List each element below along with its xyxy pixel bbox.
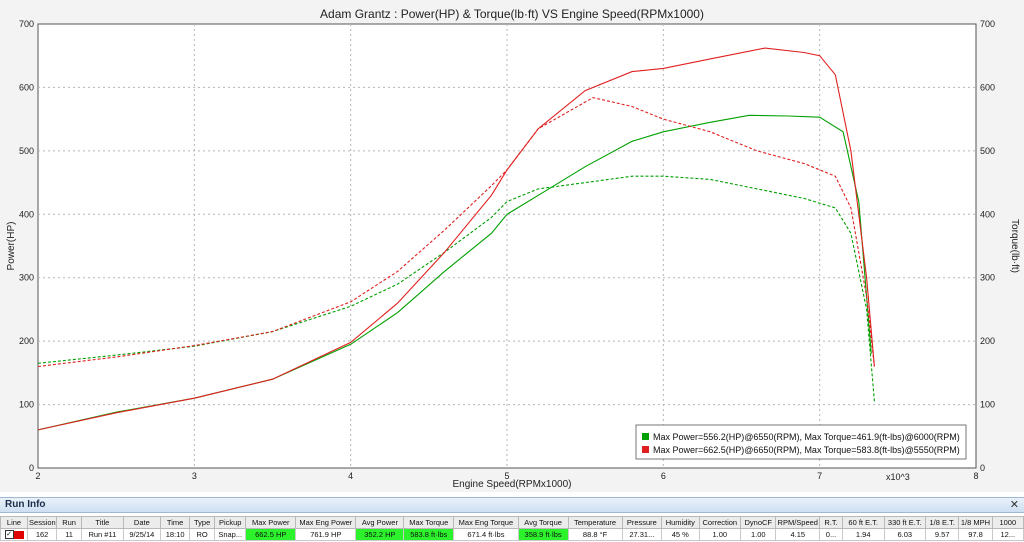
column-header[interactable]: Max Eng Power	[295, 516, 357, 529]
y-tick-label-left: 600	[19, 82, 34, 92]
dyno-chart: Adam Grantz : Power(HP) & Torque(lb·ft) …	[0, 0, 1024, 492]
column-header[interactable]: Date	[122, 516, 162, 529]
column-header[interactable]: Title	[81, 516, 124, 529]
y-tick-label-right: 300	[980, 273, 995, 283]
y-tick-label-left: 400	[19, 209, 34, 219]
column-header[interactable]: Line	[0, 516, 29, 529]
y-tick-label-left: 300	[19, 273, 34, 283]
column-header[interactable]: Max Power	[245, 516, 297, 529]
column-header[interactable]: Correction	[698, 516, 742, 529]
table-cell: 1.94	[841, 528, 885, 541]
y-tick-label-left: 100	[19, 400, 34, 410]
column-header[interactable]: Pickup	[214, 516, 247, 529]
run-info-panel-header: Run Info ✕	[0, 497, 1024, 513]
y-tick-label-left: 700	[19, 19, 34, 29]
table-cell: 18:10	[160, 528, 191, 541]
table-cell: 583.8 ft·lbs	[403, 528, 455, 541]
column-header[interactable]: Time	[160, 516, 191, 529]
x-multiplier-label: x10^3	[886, 472, 910, 482]
table-cell: 671.4 ft·lbs	[453, 528, 519, 541]
table-cell: 11	[56, 528, 83, 541]
chart-title: Adam Grantz : Power(HP) & Torque(lb·ft) …	[320, 7, 704, 21]
table-cell: 358.9 ft·lbs	[517, 528, 569, 541]
y-tick-label-left: 500	[19, 146, 34, 156]
column-header[interactable]: Temperature	[567, 516, 623, 529]
y-axis-label-left: Power(HP)	[6, 222, 17, 271]
table-cell: 12...	[991, 528, 1024, 541]
y-axis-label-right: Torque(lb·ft)	[1009, 219, 1020, 273]
column-header[interactable]: DynoCF	[740, 516, 777, 529]
table-header-row: Line Session Run Title Date Time Type Pickup Max…	[0, 516, 1024, 529]
column-header[interactable]: Run	[56, 516, 83, 529]
close-icon[interactable]: ✕	[1010, 498, 1019, 511]
column-header[interactable]: Avg Power	[355, 516, 405, 529]
legend: Max Power=556.2(HP)@6550(RPM), Max Torqu…	[635, 424, 967, 460]
column-header[interactable]: Session	[27, 516, 58, 529]
table-cell: 761.9 HP	[295, 528, 357, 541]
line-color-swatch[interactable]	[13, 530, 24, 539]
table-cell: 88.8 °F	[567, 528, 623, 541]
x-tick-label: 4	[348, 471, 353, 481]
column-header[interactable]: 1000	[991, 516, 1024, 529]
y-tick-label-left: 0	[29, 463, 34, 473]
legend-swatch-red	[642, 446, 649, 453]
column-header[interactable]: RPM/Speed	[775, 516, 821, 529]
x-tick-label: 2	[35, 471, 40, 481]
x-tick-label: 6	[661, 471, 666, 481]
column-header[interactable]: Max Torque	[403, 516, 455, 529]
column-header[interactable]: Max Eng Torque	[453, 516, 519, 529]
y-tick-label-right: 400	[980, 209, 995, 219]
y-tick-label-right: 700	[980, 19, 995, 29]
table-row[interactable]: ✓ 162 11 Run #11 9/25/14 18:10 RO Snap... 662.5 …	[0, 528, 1024, 541]
legend-label-red: Max Power=662.5(HP)@6650(RPM), Max Torqu…	[653, 445, 960, 455]
y-tick-label-right: 0	[980, 463, 985, 473]
table-cell: 662.5 HP	[245, 528, 297, 541]
column-header[interactable]: Humidity	[661, 516, 700, 529]
table-cell: 27.31...	[621, 528, 663, 541]
table-cell: 1.00	[740, 528, 777, 541]
run-info-title: Run Info	[5, 499, 46, 510]
table-cell: Run #11	[81, 528, 124, 541]
table-cell: 6.03	[883, 528, 927, 541]
x-tick-label: 8	[973, 471, 978, 481]
table-cell: 1.00	[698, 528, 742, 541]
y-tick-label-right: 200	[980, 336, 995, 346]
table-cell: 9.57	[925, 528, 960, 541]
table-cell: RO	[189, 528, 216, 541]
table-cell: Snap...	[214, 528, 247, 541]
table-cell: 352.2 HP	[355, 528, 405, 541]
table-cell: 97.8	[958, 528, 993, 541]
table-cell: 9/25/14	[122, 528, 162, 541]
x-tick-label: 3	[192, 471, 197, 481]
y-tick-label-right: 600	[980, 82, 995, 92]
x-axis-label: Engine Speed(RPMx1000)	[453, 479, 572, 490]
table-cell: 4.15	[775, 528, 821, 541]
column-header[interactable]: R.T.	[819, 516, 843, 529]
line-visible-checkbox[interactable]: ✓	[4, 530, 14, 540]
x-tick-label: 7	[817, 471, 822, 481]
column-header[interactable]: 1/8 E.T.	[925, 516, 960, 529]
table-cell: 0...	[819, 528, 843, 541]
legend-swatch-green	[642, 433, 649, 440]
column-header[interactable]: Type	[189, 516, 216, 529]
y-tick-label-right: 500	[980, 146, 995, 156]
table-cell: 45 %	[661, 528, 700, 541]
column-header[interactable]: 1/8 MPH	[958, 516, 993, 529]
column-header[interactable]: 330 ft E.T.	[883, 516, 927, 529]
y-tick-label-left: 200	[19, 336, 34, 346]
column-header[interactable]: Pressure	[621, 516, 663, 529]
table-cell: 162	[27, 528, 58, 541]
run-info-table: Line Session Run Title Date Time Type Pickup Max…	[0, 516, 1024, 541]
legend-label-green: Max Power=556.2(HP)@6550(RPM), Max Torqu…	[653, 432, 960, 442]
column-header[interactable]: 60 ft E.T.	[841, 516, 885, 529]
y-tick-label-right: 100	[980, 400, 995, 410]
column-header[interactable]: Avg Torque	[517, 516, 569, 529]
table-cell: ✓	[0, 528, 29, 541]
